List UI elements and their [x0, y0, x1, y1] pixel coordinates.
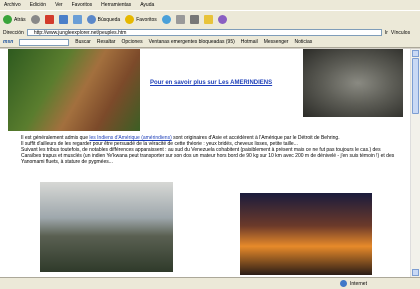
menu-favoritos[interactable]: Favoritos	[72, 2, 93, 8]
forward-arrow-icon[interactable]	[30, 15, 40, 24]
popup-blocker-button[interactable]: Ventanas emergentes bloqueadas (95)	[149, 39, 235, 45]
page-content: Pour en savoir plus sur Les AMERINDIENS …	[0, 49, 410, 277]
zone-indicator: Internet	[340, 280, 367, 287]
search-icon	[86, 15, 96, 24]
go-button[interactable]: Ir	[385, 30, 388, 36]
news-button[interactable]: Noticias	[294, 39, 312, 45]
back-label: Atrás	[14, 16, 26, 23]
menu-archivo[interactable]: Archivo	[4, 2, 21, 8]
menu-ver[interactable]: Ver	[55, 2, 63, 8]
zone-label: Internet	[350, 280, 367, 287]
hotmail-button[interactable]: Hotmail	[241, 39, 258, 45]
search-label: Búsqueda	[97, 16, 121, 23]
back-arrow-icon	[3, 15, 12, 24]
amerindiens-link[interactable]: Pour en savoir plus sur Les AMERINDIENS	[150, 80, 272, 86]
refresh-icon[interactable]	[58, 15, 68, 24]
intro-paragraph: Il est généralement admis que les Indien…	[21, 135, 399, 165]
p3: Suivant les tribus toutefois, de notable…	[21, 147, 395, 165]
scroll-up-arrow[interactable]	[412, 50, 419, 57]
history-icon[interactable]	[161, 15, 171, 24]
links-label[interactable]: Vínculos	[391, 30, 410, 36]
sunset-photo	[240, 193, 372, 275]
url-input[interactable]: http://www.jungleexplorer.net/peuples.ht…	[26, 29, 382, 36]
print-icon[interactable]	[189, 15, 199, 24]
vertical-scrollbar[interactable]	[410, 49, 420, 277]
folder-icon[interactable]	[203, 15, 213, 24]
back-button[interactable]: Atrás	[3, 15, 26, 24]
msn-search-input[interactable]	[19, 38, 70, 46]
amerindian-girl-photo	[8, 49, 140, 131]
search-button[interactable]: Búsqueda	[86, 15, 121, 24]
msn-search-button[interactable]: Buscar	[75, 39, 91, 45]
standard-toolbar: Atrás Búsqueda Favoritos	[0, 10, 420, 28]
msn-toolbar: msn Buscar Resaltar Opciones Ventanas em…	[0, 37, 420, 48]
home-icon[interactable]	[72, 15, 82, 24]
messenger-icon[interactable]	[217, 15, 227, 24]
menu-edicion[interactable]: Edición	[30, 2, 46, 8]
menu-herramientas[interactable]: Herramientas	[101, 2, 131, 8]
address-bar: Dirección http://www.jungleexplorer.net/…	[0, 28, 420, 37]
river-landscape-photo	[40, 182, 173, 272]
stop-icon[interactable]	[44, 15, 54, 24]
favorites-button[interactable]: Favoritos	[125, 15, 157, 24]
globe-icon	[340, 280, 347, 287]
address-label: Dirección	[3, 29, 24, 36]
petroglyph-stone-photo	[303, 49, 403, 117]
menu-ayuda[interactable]: Ayuda	[140, 2, 154, 8]
scroll-thumb[interactable]	[412, 58, 419, 114]
favorites-label: Favoritos	[136, 16, 157, 23]
scroll-down-arrow[interactable]	[412, 269, 419, 276]
messenger-button[interactable]: Messenger	[264, 39, 289, 45]
star-icon	[125, 15, 135, 24]
msn-logo[interactable]: msn	[3, 39, 13, 45]
status-bar: Internet	[0, 277, 420, 289]
highlight-button[interactable]: Resaltar	[97, 39, 116, 45]
options-button[interactable]: Opciones	[121, 39, 142, 45]
mail-icon[interactable]	[175, 15, 185, 24]
menu-bar: Archivo Edición Ver Favoritos Herramient…	[0, 0, 420, 10]
